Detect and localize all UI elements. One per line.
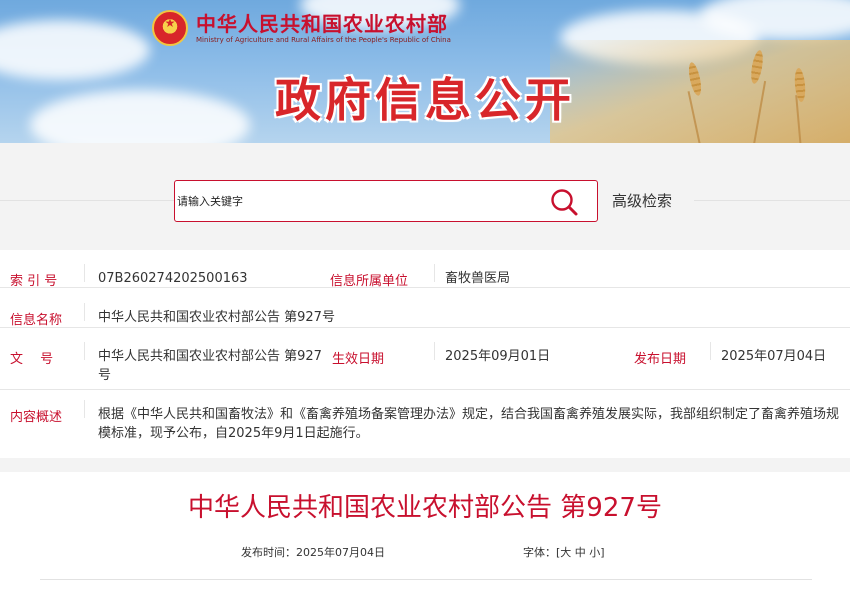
- search-input[interactable]: [177, 191, 537, 211]
- unit-label: 信息所属单位: [330, 274, 409, 289]
- national-emblem-icon: [152, 10, 188, 46]
- table-row: 信息名称 中华人民共和国农业农村部公告 第927号: [0, 288, 850, 328]
- article-publish-time: 发布时间：2025年07月04日: [241, 544, 385, 560]
- index-label: 索 引 号: [10, 274, 58, 289]
- search-button[interactable]: [549, 187, 579, 217]
- divider: [0, 200, 174, 201]
- table-row: 内容概述 根据《中华人民共和国畜牧法》和《畜禽养殖场备案管理办法》规定，结合我国…: [0, 390, 850, 458]
- index-value: 07B260274202500163: [98, 271, 248, 286]
- search-icon: [551, 189, 578, 216]
- search-box: [174, 180, 598, 222]
- table-row: 索 引 号 07B260274202500163 信息所属单位 畜牧兽医局: [0, 250, 850, 289]
- header-banner: 中华人民共和国农业农村部 Ministry of Agriculture and…: [0, 0, 850, 143]
- font-large-button[interactable]: 大: [560, 546, 571, 559]
- publish-time-value: 2025年07月04日: [296, 546, 385, 559]
- publish-time-label: 发布时间：: [241, 546, 296, 559]
- summary-value: 根据《中华人民共和国畜牧法》和《畜禽养殖场备案管理办法》规定，结合我国畜禽养殖发…: [98, 407, 840, 441]
- info-table: 索 引 号 07B260274202500163 信息所属单位 畜牧兽医局 信息…: [0, 250, 850, 458]
- effective-date-value: 2025年09月01日: [445, 349, 551, 364]
- article-title: 中华人民共和国农业农村部公告 第927号: [188, 493, 662, 523]
- unit-value: 畜牧兽医局: [445, 271, 511, 286]
- doc-number-value: 中华人民共和国农业农村部公告 第927号: [98, 349, 322, 383]
- font-small-button[interactable]: 小: [589, 546, 600, 559]
- font-size-label: 字体：: [523, 546, 556, 559]
- name-value: 中华人民共和国农业农村部公告 第927号: [98, 310, 335, 325]
- ministry-name-en: Ministry of Agriculture and Rural Affair…: [196, 35, 451, 44]
- publish-date-label: 发布日期: [634, 352, 687, 367]
- advanced-search-link[interactable]: 高级检索: [612, 190, 672, 211]
- ministry-name-cn: 中华人民共和国农业农村部: [196, 11, 448, 36]
- font-medium-button[interactable]: 中: [575, 546, 586, 559]
- ministry-logo[interactable]: 中华人民共和国农业农村部 Ministry of Agriculture and…: [152, 10, 451, 46]
- publish-date-value: 2025年07月04日: [721, 349, 827, 364]
- divider: [40, 579, 812, 580]
- summary-label: 内容概述: [10, 410, 63, 425]
- divider: [694, 200, 850, 201]
- doc-number-label: 文 号: [10, 352, 54, 367]
- table-row: 文 号 中华人民共和国农业农村部公告 第927号 生效日期 2025年09月01…: [0, 328, 850, 390]
- banner-title: 政府信息公开: [275, 73, 575, 127]
- effective-date-label: 生效日期: [332, 352, 385, 367]
- name-label: 信息名称: [10, 313, 63, 328]
- font-size-controls: 字体：[大 中 小]: [523, 546, 605, 559]
